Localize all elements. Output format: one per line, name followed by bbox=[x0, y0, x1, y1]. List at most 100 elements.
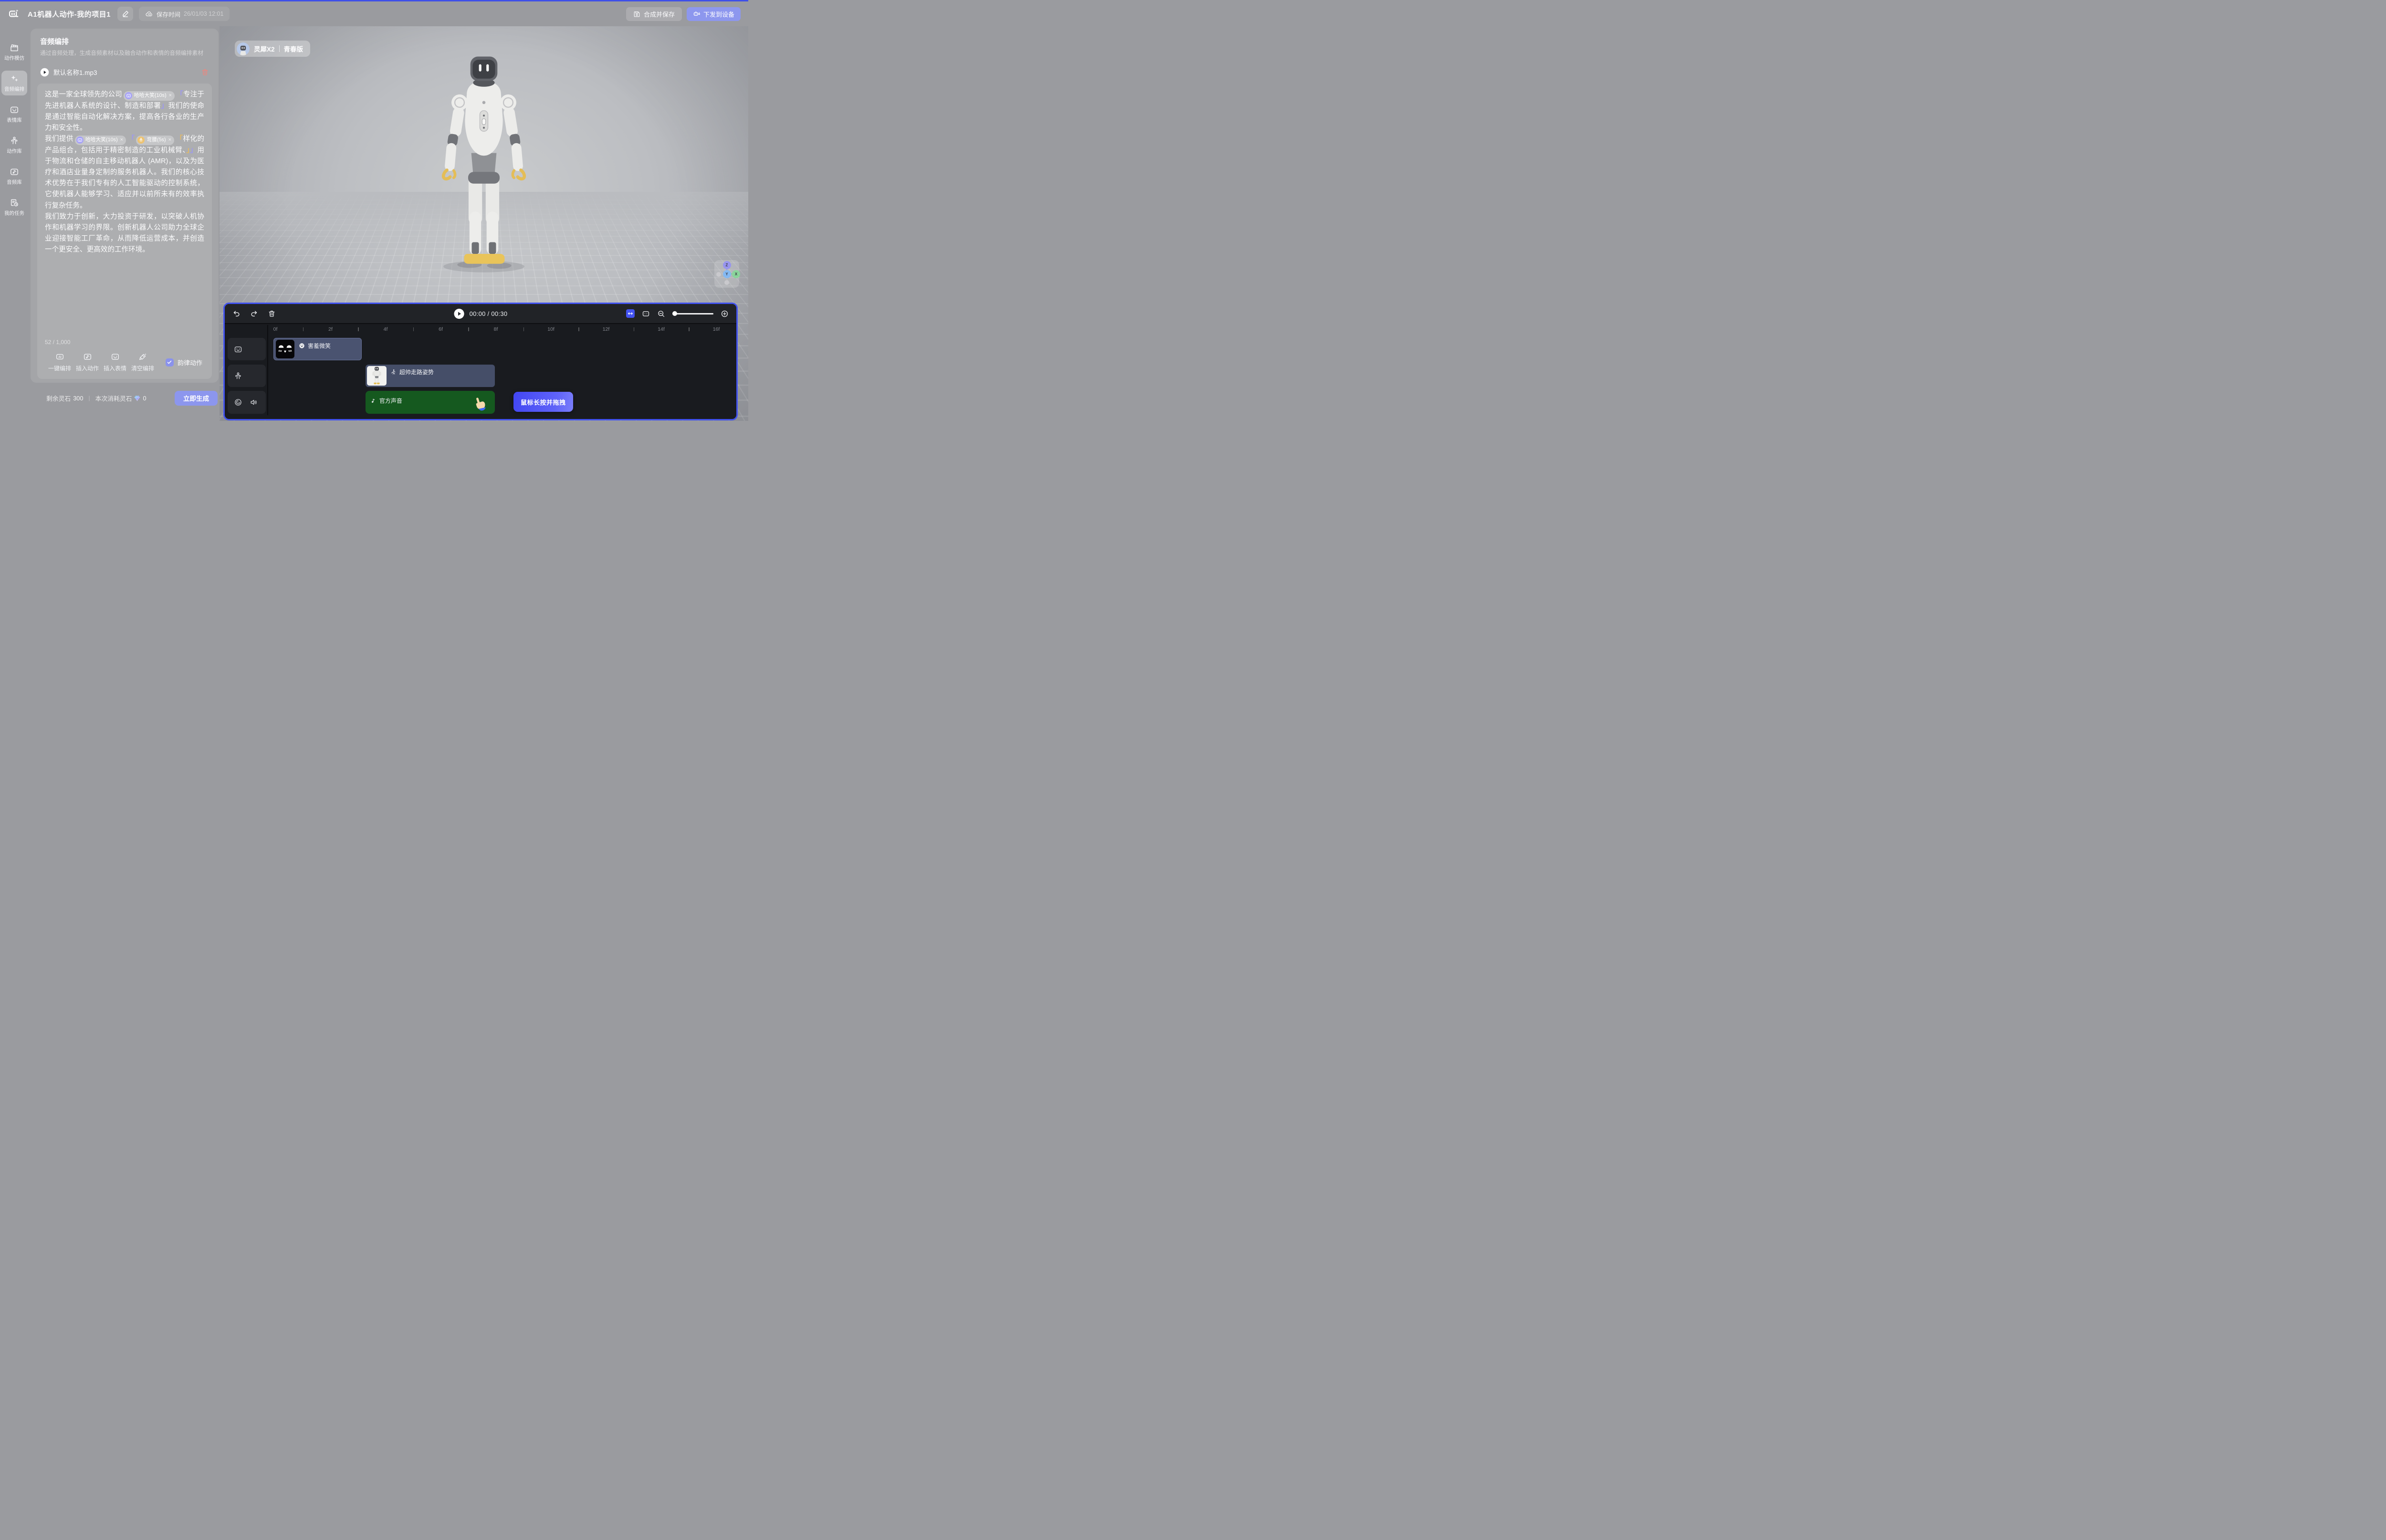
panel-subtitle: 通过音频处理，生成音频素材以及融合动作和表情的音频编排素材 bbox=[40, 49, 203, 57]
footer-divider: | bbox=[89, 395, 90, 401]
script-text-segment: 我们提供 bbox=[45, 135, 73, 143]
timeline-body: 鼠标长按并拖拽 0f2f4f6f8f10f12f14f16f害羞微笑超帅走路姿势… bbox=[225, 325, 736, 419]
script-text-segment: 用于物流和仓储的自主移动机器人 (AMR)，以及为医疗和酒店业量身定制的服务机器… bbox=[45, 147, 204, 210]
robot-download-icon bbox=[693, 10, 701, 18]
face-box-icon bbox=[234, 345, 242, 354]
model-divider bbox=[279, 45, 280, 52]
sidebar-item-label: 音频库 bbox=[7, 178, 22, 186]
model-avatar bbox=[237, 42, 250, 55]
delete-audio-button[interactable] bbox=[201, 68, 209, 76]
sidebar: 动作模仿音频编排表情库动作库音频库我的任务 bbox=[0, 26, 29, 421]
sidebar-item-expression-lib[interactable]: 表情库 bbox=[1, 102, 27, 126]
script-text: 这是一家全球领先的公司哈哈大笑(10s)×「专注于先进机器人系统的设计、制造和部… bbox=[45, 89, 204, 339]
merge-save-button[interactable]: 合成并保存 bbox=[626, 7, 682, 21]
robot-figure bbox=[424, 53, 544, 278]
ruler-tick-label: 4f bbox=[384, 326, 388, 332]
tag-label: 哈哈大笑(10s) bbox=[85, 135, 118, 146]
timeline-tracks[interactable]: 鼠标长按并拖拽 0f2f4f6f8f10f12f14f16f害羞微笑超帅走路姿势… bbox=[269, 325, 735, 419]
merge-save-label: 合成并保存 bbox=[644, 10, 675, 19]
action-tag[interactable]: 弯腰(5s)× bbox=[136, 136, 174, 145]
yellow-bracket: 「 bbox=[176, 135, 183, 143]
timeline-zoom-slider[interactable] bbox=[672, 311, 713, 316]
zoom-in-button[interactable] bbox=[721, 310, 729, 318]
expression-track-header[interactable] bbox=[228, 338, 266, 360]
clip-label: 超帅走路姿势 bbox=[390, 368, 434, 376]
person-icon bbox=[234, 372, 242, 380]
drag-hint-tooltip: 鼠标长按并拖拽 bbox=[513, 392, 573, 412]
editor-toolbar: AI一键编排插入动作插入表情清空编排韵律动作 bbox=[45, 352, 204, 373]
face-box-icon bbox=[111, 352, 120, 361]
audio-arrange-panel: 音频编排 通过音频处理，生成音频素材以及融合动作和表情的音频编排素材 默认名称1… bbox=[31, 29, 219, 383]
generate-now-button[interactable]: 立即生成 bbox=[175, 391, 218, 406]
axis-neg-x bbox=[716, 272, 721, 277]
script-text-segment: 我们致力于创新，大力投资于研发，以突破人机协作和机器学习的界限。创新机器人公司助… bbox=[45, 213, 204, 254]
remove-tag-button[interactable]: × bbox=[168, 135, 171, 146]
clip-label: 官方声音 bbox=[370, 397, 402, 405]
delete-clip-button[interactable] bbox=[268, 310, 276, 318]
remove-tag-button[interactable]: × bbox=[120, 135, 123, 146]
sidebar-item-audio-arrange[interactable]: 音频编排 bbox=[1, 71, 27, 95]
music-box-icon bbox=[83, 352, 92, 361]
insert-expression-button[interactable]: 插入表情 bbox=[101, 352, 129, 372]
sidebar-item-my-tasks[interactable]: 我的任务 bbox=[1, 195, 27, 220]
purple-bracket: 「 bbox=[127, 135, 135, 143]
expression-clip[interactable]: 害羞微笑 bbox=[273, 338, 362, 360]
cost-stones-label: 本次消耗灵石 bbox=[95, 394, 132, 403]
ruler-tick-minor bbox=[523, 327, 524, 331]
remaining-stones-value: 300 bbox=[73, 395, 83, 402]
zoom-out-button[interactable] bbox=[657, 310, 665, 318]
model-badge: 灵犀X2 青春版 bbox=[235, 41, 310, 57]
sparkles-icon bbox=[10, 74, 19, 84]
ruler-tick-minor bbox=[468, 327, 469, 331]
rename-project-button[interactable] bbox=[117, 7, 133, 21]
purple-bracket: 」 bbox=[190, 147, 197, 154]
script-paragraph: 我们提供哈哈大笑(10s)×「弯腰(5s)×「样化的产品组合，包括用于精密制造的… bbox=[45, 134, 204, 211]
script-editor[interactable]: 这是一家全球领先的公司哈哈大笑(10s)×「专注于先进机器人系统的设计、制造和部… bbox=[37, 84, 212, 379]
action-track-header[interactable] bbox=[228, 365, 266, 387]
auto-fit-toggle[interactable] bbox=[626, 309, 635, 318]
sidebar-item-action-lib[interactable]: 动作库 bbox=[1, 133, 27, 157]
hand-cursor-icon bbox=[472, 397, 487, 413]
axis-gizmo[interactable]: Z Y X bbox=[714, 260, 739, 288]
audio-track-header[interactable] bbox=[228, 391, 266, 414]
sidebar-item-audio-lib[interactable]: 音频库 bbox=[1, 164, 27, 189]
clip-label: 害羞微笑 bbox=[299, 342, 331, 350]
timeline-play-button[interactable] bbox=[454, 308, 465, 319]
clip-label-text: 害羞微笑 bbox=[308, 342, 331, 350]
timeline-panel: 00:00 / 00:30 鼠标长按并拖拽 0f2f4f6f8f10f12f14… bbox=[223, 303, 738, 420]
app-logo-icon bbox=[8, 8, 20, 20]
ruler-tick-minor bbox=[303, 327, 304, 331]
rhythm-motion-checkbox[interactable] bbox=[166, 358, 174, 367]
action-clip[interactable]: 超帅走路姿势 bbox=[366, 365, 495, 387]
dial-icon bbox=[234, 398, 242, 407]
one-key-arrange-button[interactable]: AI一键编排 bbox=[46, 352, 73, 372]
note-icon bbox=[370, 398, 377, 404]
clear-arrange-button[interactable]: 清空编排 bbox=[129, 352, 157, 372]
play-audio-button[interactable] bbox=[40, 68, 49, 77]
cost-stones-value: 0 bbox=[143, 395, 146, 402]
script-paragraph: 这是一家全球领先的公司哈哈大笑(10s)×「专注于先进机器人系统的设计、制造和部… bbox=[45, 89, 204, 134]
expression-tag-icon bbox=[125, 92, 132, 99]
axis-y: Y bbox=[723, 270, 731, 278]
sidebar-item-motion-mimic[interactable]: 动作模仿 bbox=[1, 40, 27, 64]
clip-label-text: 超帅走路姿势 bbox=[399, 368, 434, 376]
script-paragraph: 我们致力于创新，大力投资于研发，以突破人机协作和机器学习的界限。创新机器人公司助… bbox=[45, 211, 204, 256]
rhythm-motion-option: 韵律动作 bbox=[166, 358, 202, 367]
char-count: 52 / 1,000 bbox=[45, 339, 204, 346]
ruler-tick-label: 6f bbox=[439, 326, 443, 332]
redo-button[interactable] bbox=[250, 310, 258, 318]
tag-label: 弯腰(5s) bbox=[147, 135, 166, 146]
music-box-icon bbox=[10, 167, 19, 177]
fit-width-button[interactable] bbox=[642, 310, 650, 318]
tool-label: 一键编排 bbox=[48, 364, 71, 372]
deploy-to-device-button[interactable]: 下发到设备 bbox=[687, 7, 741, 21]
insert-action-button[interactable]: 插入动作 bbox=[73, 352, 101, 372]
expression-tag[interactable]: 哈哈大笑(10s)× bbox=[75, 136, 126, 145]
ruler-tick-minor bbox=[689, 327, 690, 331]
axis-z: Z bbox=[723, 261, 731, 269]
undo-button[interactable] bbox=[232, 310, 241, 318]
expression-tag[interactable]: 哈哈大笑(10s)× bbox=[124, 91, 175, 101]
zoom-slider-handle[interactable] bbox=[672, 311, 677, 316]
action-tag-icon bbox=[137, 136, 145, 144]
remove-tag-button[interactable]: × bbox=[169, 90, 172, 101]
